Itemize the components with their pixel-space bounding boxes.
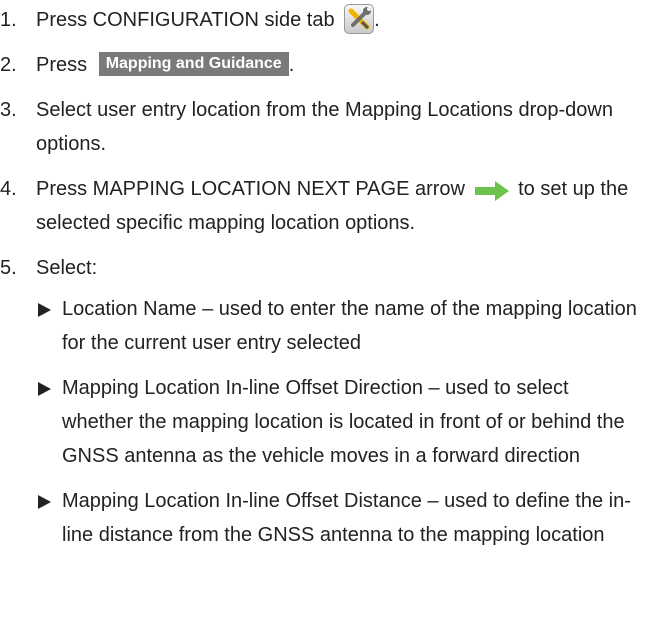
step-text: Select: bbox=[36, 257, 98, 279]
triangle-bullet-icon bbox=[38, 495, 51, 509]
list-item: Location Name – used to enter the name o… bbox=[36, 292, 642, 360]
list-item: Mapping Location In-line Offset Directio… bbox=[36, 371, 642, 473]
step-number: 5. bbox=[0, 257, 17, 279]
list-item-text: Location Name – used to enter the name o… bbox=[62, 298, 637, 354]
step-1: 1. Press CONFIGURATION side tab . bbox=[0, 3, 642, 37]
green-right-arrow-icon bbox=[474, 178, 509, 201]
step-text: Press CONFIGURATION side tab bbox=[36, 9, 335, 31]
step-number: 4. bbox=[0, 178, 17, 200]
step-text: Press MAPPING LOCATION NEXT PAGE arrow bbox=[36, 178, 465, 200]
step-3: 3. Select user entry location from the M… bbox=[0, 93, 642, 161]
triangle-bullet-icon bbox=[38, 382, 51, 396]
mapping-and-guidance-button: Mapping and Guidance bbox=[98, 51, 289, 76]
step-text-end: . bbox=[288, 54, 295, 76]
tools-icon bbox=[344, 3, 375, 34]
triangle-bullet-icon bbox=[38, 303, 51, 317]
step-text: Select user entry location from the Mapp… bbox=[36, 99, 613, 155]
step-text: Press bbox=[36, 54, 88, 76]
list-item: Mapping Location In-line Offset Distance… bbox=[36, 484, 642, 552]
step-number: 3. bbox=[0, 99, 17, 121]
step-2: 2. Press Mapping and Guidance. bbox=[0, 48, 642, 82]
select-options-list: Location Name – used to enter the name o… bbox=[0, 292, 653, 552]
instructions: 1. Press CONFIGURATION side tab . 2. Pre… bbox=[0, 3, 653, 552]
step-number: 2. bbox=[0, 54, 17, 76]
list-item-text: Mapping Location In-line Offset Directio… bbox=[62, 377, 625, 467]
step-4: 4. Press MAPPING LOCATION NEXT PAGE arro… bbox=[0, 172, 642, 240]
list-item-text: Mapping Location In-line Offset Distance… bbox=[62, 490, 631, 546]
step-number: 1. bbox=[0, 9, 17, 31]
step-5: 5. Select: bbox=[0, 251, 642, 285]
step-text-end: . bbox=[374, 9, 380, 31]
